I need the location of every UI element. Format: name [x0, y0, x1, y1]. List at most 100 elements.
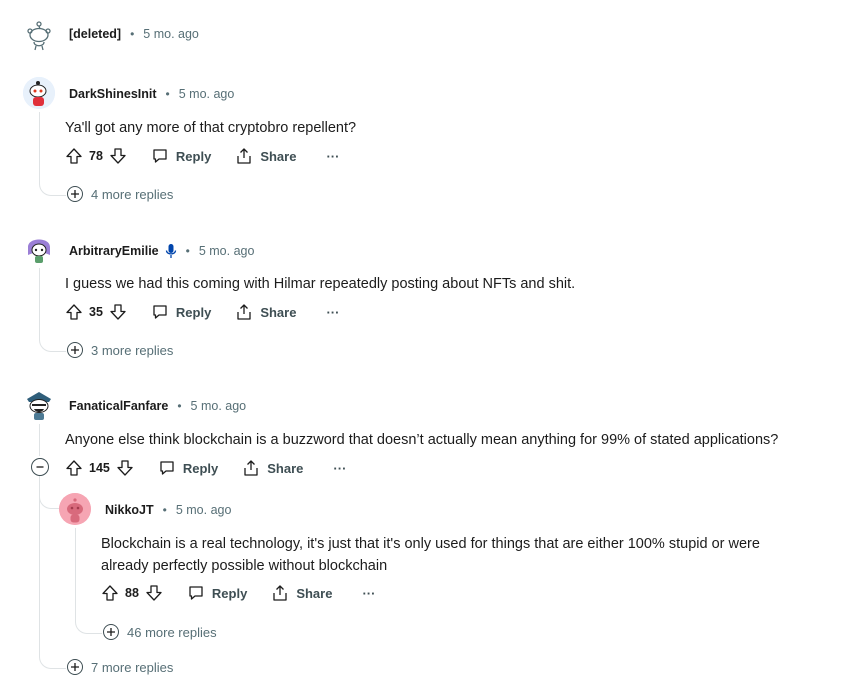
comment-body-line: already perfectly possible without block… [101, 558, 388, 574]
reply-button[interactable]: Reply [158, 459, 218, 477]
collapse-thread-button[interactable] [31, 458, 49, 476]
comment-meta: [deleted] • 5 mo. ago [69, 27, 199, 41]
downvote-icon[interactable] [109, 147, 127, 165]
thread-curve [39, 653, 66, 669]
username[interactable]: NikkoJT [105, 503, 154, 517]
share-button[interactable]: Share [235, 147, 296, 165]
thread-line [39, 268, 40, 340]
microphone-icon [165, 243, 177, 259]
more-replies-button[interactable]: 3 more replies [67, 342, 173, 358]
timestamp[interactable]: 5 mo. ago [191, 399, 247, 413]
more-replies-label: 7 more replies [91, 659, 174, 675]
upvote-icon[interactable] [101, 584, 119, 602]
overflow-menu-button[interactable]: ··· [362, 586, 375, 601]
more-replies-button[interactable]: 46 more replies [103, 624, 217, 640]
snoo-avatar-icon [59, 493, 91, 525]
timestamp[interactable]: 5 mo. ago [176, 503, 232, 517]
username[interactable]: [deleted] [69, 27, 121, 41]
overflow-menu-button[interactable]: ··· [326, 305, 339, 320]
expand-icon [67, 342, 83, 358]
vote-count: 88 [125, 586, 139, 600]
comment-bubble-icon [160, 461, 174, 475]
deleted-avatar-icon [27, 21, 51, 51]
comment-bubble-icon [189, 586, 203, 600]
username[interactable]: DarkShinesInit [69, 87, 157, 101]
reply-button[interactable]: Reply [151, 303, 211, 321]
snoo-avatar-icon [23, 77, 55, 109]
avatar[interactable] [59, 493, 91, 525]
overflow-menu-button[interactable]: ··· [333, 461, 346, 476]
more-replies-button[interactable]: 7 more replies [67, 659, 173, 675]
more-replies-label: 4 more replies [91, 186, 174, 202]
share-label: Share [296, 585, 333, 601]
thread-line [75, 528, 76, 620]
reply-label: Reply [175, 304, 212, 320]
comment-body: Ya'll got any more of that cryptobro rep… [65, 120, 357, 136]
upvote-icon[interactable] [65, 303, 83, 321]
thread-line [39, 424, 40, 456]
avatar[interactable] [23, 19, 55, 51]
thread-line [39, 477, 40, 655]
snoo-avatar-icon [23, 389, 55, 421]
comment-body-line: Blockchain is a real technology, it's ju… [101, 536, 760, 552]
expand-icon [67, 659, 83, 675]
avatar[interactable] [23, 233, 55, 265]
comment-bubble-icon [153, 305, 167, 319]
comment-meta: FanaticalFanfare • 5 mo. ago [69, 399, 246, 413]
thread-curve [75, 618, 102, 634]
comment-actions: 78 Reply Share ··· [65, 146, 339, 166]
overflow-menu-button[interactable]: ··· [326, 149, 339, 164]
upvote-icon[interactable] [65, 147, 83, 165]
reply-button[interactable]: Reply [151, 147, 211, 165]
downvote-icon[interactable] [116, 459, 134, 477]
comment-meta: DarkShinesInit • 5 mo. ago [69, 87, 234, 101]
more-replies-label: 46 more replies [127, 624, 217, 640]
share-button[interactable]: Share [271, 584, 332, 602]
separator-dot: • [162, 503, 167, 517]
comment-meta: NikkoJT • 5 mo. ago [105, 503, 231, 517]
vote-count: 78 [89, 149, 103, 163]
comment-body: I guess we had this coming with Hilmar r… [65, 276, 576, 292]
vote-count: 145 [89, 461, 110, 475]
comment-actions: 88 Reply Share ··· [101, 583, 375, 603]
username[interactable]: FanaticalFanfare [69, 399, 168, 413]
separator-dot: • [130, 27, 135, 41]
share-button[interactable]: Share [242, 459, 303, 477]
comment-body: Anyone else think blockchain is a buzzwo… [65, 432, 779, 448]
share-icon [273, 585, 287, 601]
timestamp[interactable]: 5 mo. ago [143, 27, 199, 41]
separator-dot: • [185, 244, 190, 258]
share-icon [237, 304, 251, 320]
thread-line [39, 112, 40, 184]
timestamp[interactable]: 5 mo. ago [179, 87, 235, 101]
comment-bubble-icon [153, 149, 167, 163]
comment-meta: ArbitraryEmilie • 5 mo. ago [69, 243, 254, 259]
reply-label: Reply [182, 460, 219, 476]
timestamp[interactable]: 5 mo. ago [199, 244, 255, 258]
share-icon [237, 148, 251, 164]
separator-dot: • [177, 399, 182, 413]
reply-label: Reply [211, 585, 248, 601]
comment-actions: 35 Reply Share ··· [65, 302, 339, 322]
share-icon [244, 460, 258, 476]
snoo-avatar-icon [23, 233, 55, 265]
more-replies-label: 3 more replies [91, 342, 174, 358]
share-label: Share [260, 148, 297, 164]
more-replies-button[interactable]: 4 more replies [67, 186, 173, 202]
username[interactable]: ArbitraryEmilie [69, 244, 159, 258]
share-label: Share [260, 304, 297, 320]
downvote-icon[interactable] [109, 303, 127, 321]
comment-actions: 145 Reply Share ··· [65, 458, 346, 478]
minus-icon [36, 466, 44, 468]
share-label: Share [267, 460, 304, 476]
downvote-icon[interactable] [145, 584, 163, 602]
upvote-icon[interactable] [65, 459, 83, 477]
share-button[interactable]: Share [235, 303, 296, 321]
expand-icon [67, 186, 83, 202]
reply-label: Reply [175, 148, 212, 164]
avatar[interactable] [23, 389, 55, 421]
avatar[interactable] [23, 77, 55, 109]
expand-icon [103, 624, 119, 640]
reply-button[interactable]: Reply [187, 584, 247, 602]
thread-curve [39, 338, 66, 352]
